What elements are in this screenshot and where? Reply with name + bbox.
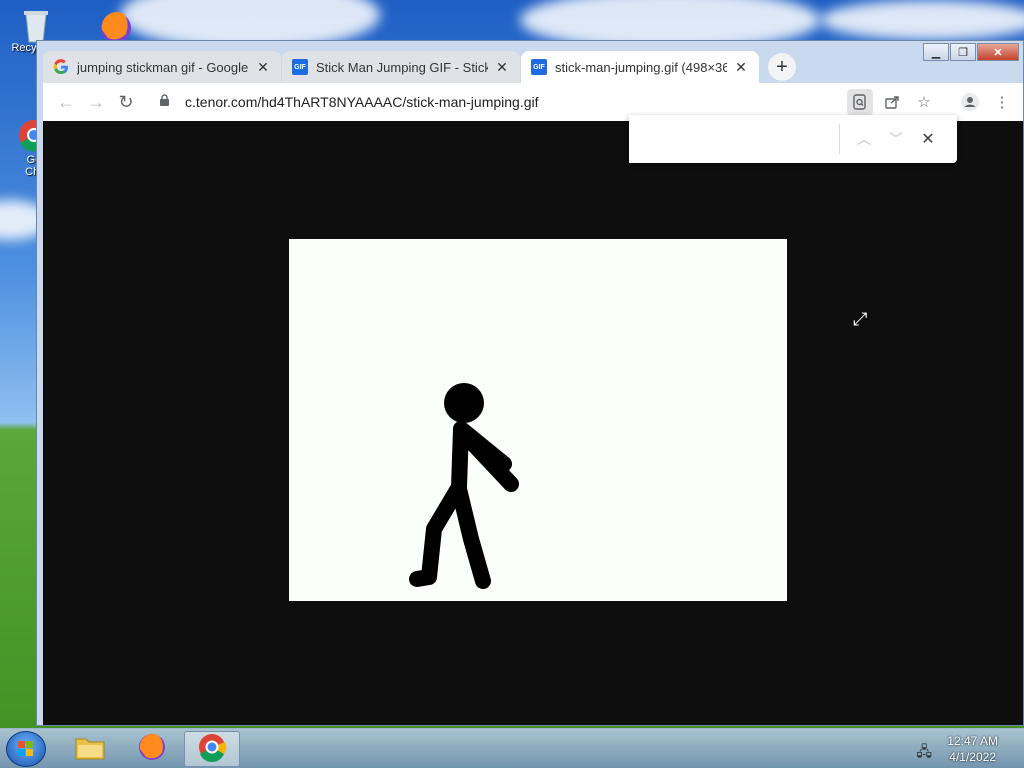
tab-close-icon[interactable]: ✕ — [255, 59, 271, 76]
find-next-icon[interactable]: ﹀ — [880, 123, 912, 155]
find-separator — [839, 124, 840, 154]
clock-time: 12:47 AM — [947, 734, 998, 748]
chrome-icon — [197, 732, 227, 767]
lock-icon — [159, 94, 173, 110]
taskbar-explorer[interactable] — [62, 731, 118, 767]
expand-icon[interactable]: ⤢ — [853, 309, 867, 330]
find-previous-icon[interactable]: ︿ — [848, 123, 880, 155]
tab-gif-image[interactable]: GIF stick-man-jumping.gif (498×362) ✕ — [521, 51, 759, 83]
forward-icon[interactable]: → — [81, 87, 111, 117]
address-bar[interactable]: c.tenor.com/hd4ThART8NYAAAAC/stick-man-j… — [149, 87, 847, 117]
clock-date: 4/1/2022 — [949, 750, 996, 764]
desktop-icon-label: Recy — [11, 42, 37, 54]
taskbar-chrome[interactable] — [184, 731, 240, 767]
gif-icon: GIF — [292, 59, 308, 75]
tab-title: jumping stickman gif - Google S — [77, 59, 249, 75]
reload-icon[interactable]: ↻ — [111, 87, 141, 117]
network-icon[interactable]: 🖧 — [916, 741, 932, 765]
gif-icon: GIF — [531, 59, 547, 75]
tab-close-icon[interactable]: ✕ — [733, 59, 749, 76]
tab-title: Stick Man Jumping GIF - Stick M — [316, 59, 488, 75]
find-bar: ︿ ﹀ ✕ — [629, 115, 957, 163]
profile-icon[interactable] — [957, 89, 983, 115]
page-viewport: ︿ ﹀ ✕ ⤢ — [43, 115, 1023, 725]
address-text: c.tenor.com/hd4ThART8NYAAAAC/stick-man-j… — [185, 94, 539, 110]
taskbar-clock[interactable]: 12:47 AM 4/1/2022 — [947, 733, 998, 765]
gif-image[interactable] — [289, 239, 787, 601]
tab-google-search[interactable]: jumping stickman gif - Google S ✕ — [43, 51, 281, 83]
tab-title: stick-man-jumping.gif (498×362) — [555, 59, 727, 75]
back-icon[interactable]: ← — [51, 87, 81, 117]
bookmark-star-icon[interactable]: ☆ — [911, 89, 937, 115]
recycle-bin-icon — [19, 6, 53, 43]
start-button[interactable] — [6, 731, 46, 767]
google-icon — [53, 59, 69, 75]
firefox-icon — [137, 732, 167, 767]
find-close-icon[interactable]: ✕ — [912, 123, 944, 155]
stickman-figure — [409, 383, 519, 589]
taskbar: 🖧 12:47 AM 4/1/2022 — [0, 728, 1024, 768]
tab-stick-man-jumping-gif[interactable]: GIF Stick Man Jumping GIF - Stick M ✕ — [282, 51, 520, 83]
menu-kebab-icon[interactable]: ⋮ — [989, 89, 1015, 115]
find-in-page-icon[interactable] — [847, 89, 873, 115]
new-tab-button[interactable]: + — [768, 53, 796, 81]
close-window-button[interactable]: ✕ — [977, 43, 1019, 61]
tab-strip: jumping stickman gif - Google S ✕ GIF St… — [43, 49, 963, 83]
share-icon[interactable] — [879, 89, 905, 115]
folder-icon — [74, 733, 106, 766]
tab-close-icon[interactable]: ✕ — [494, 59, 510, 76]
browser-window: ▁ ❐ ✕ jumping stickman gif - Google S ✕ … — [36, 40, 1024, 726]
find-input[interactable] — [629, 115, 839, 163]
taskbar-firefox[interactable] — [124, 731, 180, 767]
